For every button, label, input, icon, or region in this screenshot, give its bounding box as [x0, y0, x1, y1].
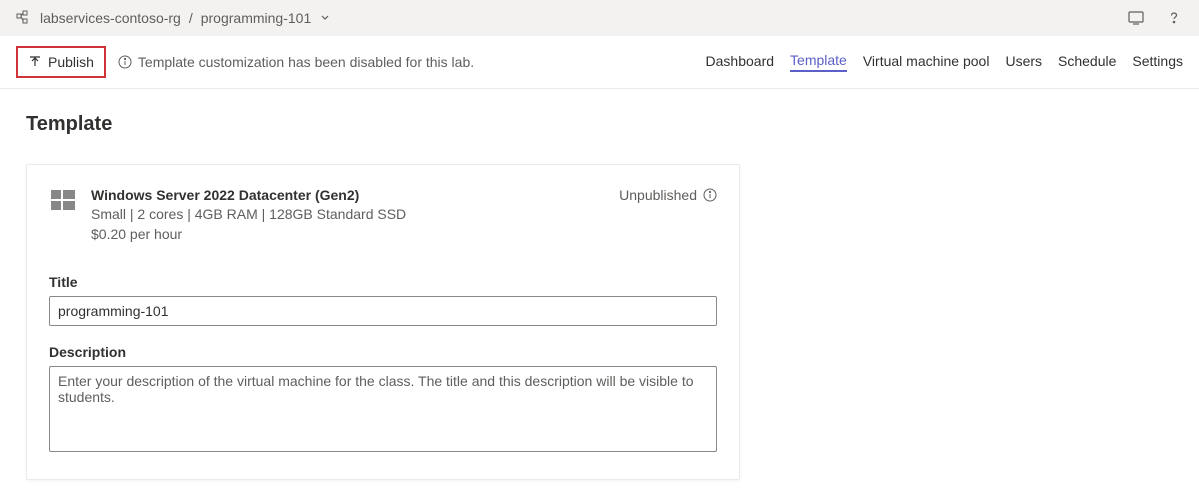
tabs: Dashboard Template Virtual machine pool …: [706, 52, 1183, 72]
description-field-group: Description: [49, 344, 717, 455]
title-label: Title: [49, 274, 717, 290]
command-bar: Publish Template customization has been …: [0, 36, 1199, 89]
template-spec: Small | 2 cores | 4GB RAM | 128GB Standa…: [91, 205, 605, 225]
breadcrumb-lab-name[interactable]: programming-101: [201, 10, 331, 26]
card-header: Windows Server 2022 Datacenter (Gen2) Sm…: [49, 187, 717, 244]
status-info-icon[interactable]: [703, 188, 717, 202]
status-text: Unpublished: [619, 187, 697, 203]
template-card: Windows Server 2022 Datacenter (Gen2) Sm…: [26, 164, 740, 480]
monitor-icon[interactable]: [1127, 9, 1145, 27]
template-info: Windows Server 2022 Datacenter (Gen2) Sm…: [91, 187, 605, 244]
template-name: Windows Server 2022 Datacenter (Gen2): [91, 187, 605, 203]
resource-group-icon: [16, 10, 32, 26]
windows-icon: [49, 187, 77, 215]
publish-button[interactable]: Publish: [16, 46, 106, 78]
tab-dashboard[interactable]: Dashboard: [706, 53, 775, 71]
tab-settings[interactable]: Settings: [1132, 53, 1183, 71]
top-icons: [1127, 9, 1183, 27]
template-price: $0.20 per hour: [91, 225, 605, 245]
breadcrumb-lab-label: programming-101: [201, 10, 312, 26]
tab-vmpool[interactable]: Virtual machine pool: [863, 53, 990, 71]
title-field-group: Title: [49, 274, 717, 326]
info-icon: [118, 55, 132, 69]
status-area: Unpublished: [619, 187, 717, 203]
info-message: Template customization has been disabled…: [118, 54, 474, 70]
publish-label: Publish: [48, 54, 94, 70]
upload-icon: [28, 55, 42, 69]
page-title: Template: [26, 113, 1173, 136]
tab-template[interactable]: Template: [790, 52, 847, 72]
tab-schedule[interactable]: Schedule: [1058, 53, 1116, 71]
content-area: Template Windows Server 2022 Datacenter …: [0, 89, 1199, 480]
title-input[interactable]: [49, 296, 717, 326]
info-message-text: Template customization has been disabled…: [138, 54, 474, 70]
help-icon[interactable]: [1165, 9, 1183, 27]
command-left: Publish Template customization has been …: [16, 46, 474, 78]
breadcrumb-separator: /: [189, 10, 193, 26]
breadcrumb-resource-group[interactable]: labservices-contoso-rg: [40, 10, 181, 26]
chevron-down-icon: [319, 11, 331, 23]
breadcrumb: labservices-contoso-rg / programming-101: [16, 10, 331, 26]
top-bar: labservices-contoso-rg / programming-101: [0, 0, 1199, 36]
tab-users[interactable]: Users: [1005, 53, 1042, 71]
description-input[interactable]: [49, 366, 717, 452]
description-label: Description: [49, 344, 717, 360]
